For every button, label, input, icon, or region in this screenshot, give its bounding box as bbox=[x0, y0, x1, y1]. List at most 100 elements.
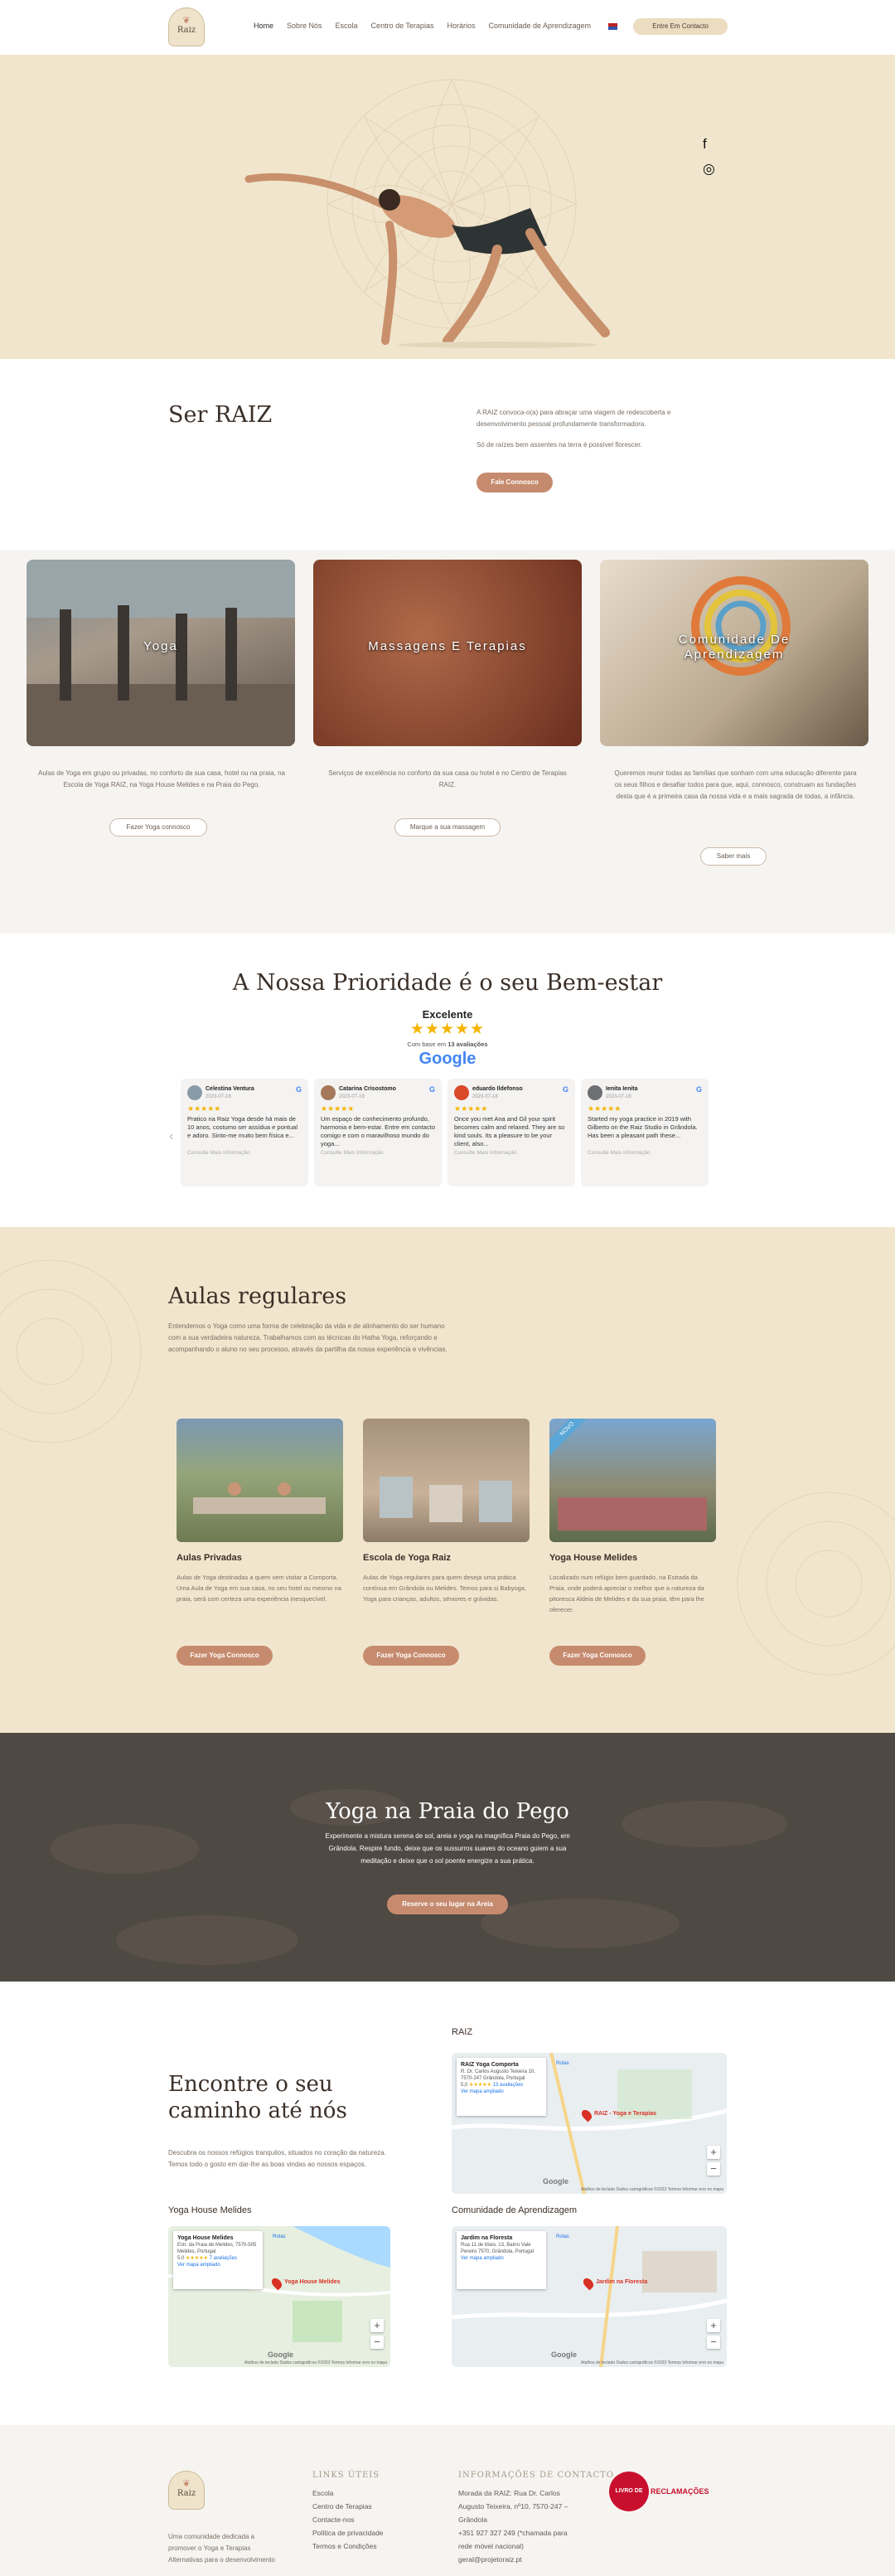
review-card[interactable]: Ienita Ienita 2023-07-18 G ★★★★★ Started… bbox=[581, 1079, 709, 1186]
footer-logo-text: Raiz bbox=[177, 2489, 196, 2498]
google-g-icon: G bbox=[295, 1085, 302, 1094]
footer-link-centro[interactable]: Centro de Terapias bbox=[312, 2500, 384, 2513]
comunidade-card-image[interactable]: Comunidade De Aprendizagem bbox=[600, 560, 868, 746]
footer-link-privacidade[interactable]: Política de privacidade bbox=[312, 2526, 384, 2540]
contact-cta-button[interactable]: Entre Em Contacto bbox=[633, 18, 728, 35]
footer-address-line: Grândola bbox=[458, 2515, 487, 2524]
carousel-prev-icon[interactable]: ‹ bbox=[169, 1129, 173, 1144]
review-stars: ★★★★★ bbox=[454, 1104, 488, 1113]
marque-massagem-button[interactable]: Marque a sua massagem bbox=[394, 818, 501, 837]
review-card[interactable]: Celestina Ventura 2023-07-19 G ★★★★★ Pra… bbox=[181, 1079, 308, 1186]
map-enlarge-link[interactable]: Ver mapa ampliado bbox=[177, 2263, 220, 2268]
map-reviews-link[interactable]: 13 avaliações bbox=[493, 2083, 524, 2088]
reviewer-avatar bbox=[588, 1085, 602, 1100]
fazer-yoga-button[interactable]: Fazer Yoga connosco bbox=[109, 818, 207, 837]
footer-phone[interactable]: +351 927 327 249 (*chamada para bbox=[458, 2526, 568, 2540]
review-card[interactable]: eduardo Ildefonso 2023-07-18 G ★★★★★ Onc… bbox=[448, 1079, 575, 1186]
map-google-logo: Google bbox=[543, 2177, 568, 2185]
review-more-link[interactable]: Consulte Mais Informação bbox=[454, 1150, 517, 1156]
review-text: Pratico na Raiz Yoga desde há mais de 10… bbox=[187, 1115, 298, 1139]
reviewer-name: Ienita Ienita bbox=[606, 1086, 638, 1092]
aulas-privadas-button[interactable]: Fazer Yoga Connosco bbox=[177, 1646, 273, 1666]
nav-centro-de-terapias[interactable]: Centro de Terapias bbox=[371, 22, 434, 30]
review-date: 2023-07-18 bbox=[472, 1094, 498, 1099]
map-stars: ★★★★★ bbox=[186, 2256, 208, 2261]
livro-reclamacoes-logo[interactable]: LIVRO DE bbox=[609, 2472, 649, 2511]
map-zoom-in-button[interactable]: + bbox=[707, 2319, 720, 2332]
site-logo[interactable]: ❦ Raiz bbox=[168, 7, 205, 46]
google-logo: Google bbox=[418, 1050, 477, 1068]
review-card[interactable]: Catarina Crisostomo 2023-07-19 G ★★★★★ U… bbox=[314, 1079, 442, 1186]
yoga-house-image[interactable]: NOVO bbox=[549, 1419, 716, 1542]
map-comunidade[interactable]: Jardim na Floresta Rua 11 de Maio, 13, B… bbox=[452, 2226, 727, 2367]
footer-email[interactable]: geral@projetoraiz.pt bbox=[458, 2553, 568, 2566]
rating-label: Excelente bbox=[422, 1008, 473, 1021]
yoga-card-desc: Aulas de Yoga em grupo ou privadas, no c… bbox=[38, 769, 285, 788]
rating-stars: ★★★★★ bbox=[409, 1021, 486, 1038]
main-nav: Home Sobre Nós Escola Centro de Terapias… bbox=[254, 22, 591, 30]
escola-yoga-button[interactable]: Fazer Yoga Connosco bbox=[363, 1646, 459, 1666]
map-place-name: Jardim na Floresta bbox=[461, 2235, 513, 2241]
map-enlarge-link[interactable]: Ver mapa ampliado bbox=[461, 2089, 504, 2094]
review-stars: ★★★★★ bbox=[187, 1104, 221, 1113]
hero-illustration bbox=[244, 78, 610, 348]
map-route-button[interactable]: Rotas bbox=[556, 2234, 569, 2239]
review-text: Um espaço de conhecimento profundo, harm… bbox=[321, 1115, 435, 1147]
review-text: Once you met Ana and Gil your spirit bec… bbox=[454, 1115, 565, 1147]
aulas-privadas-image[interactable] bbox=[177, 1419, 343, 1542]
rating-count: 13 avaliações bbox=[448, 1041, 488, 1048]
map-zoom-out-button[interactable]: − bbox=[370, 2336, 384, 2349]
yoga-house-photo bbox=[558, 1497, 707, 1531]
footer-link-contacte[interactable]: Contacte-nos bbox=[312, 2513, 384, 2526]
map-melides[interactable]: Yoga House Melides Estr. da Praia de Mel… bbox=[168, 2226, 390, 2367]
massagens-card-image[interactable]: Massagens E Terapias bbox=[313, 560, 582, 746]
praia-section: Yoga na Praia do Pego Experimente a mist… bbox=[0, 1733, 895, 1982]
nav-comunidade[interactable]: Comunidade de Aprendizagem bbox=[488, 22, 591, 30]
footer-logo[interactable]: ❦ Raiz bbox=[168, 2471, 205, 2510]
footer-link-escola[interactable]: Escola bbox=[312, 2486, 384, 2500]
yoga-house-title: Yoga House Melides bbox=[549, 1553, 638, 1563]
language-flag-icon[interactable] bbox=[608, 23, 617, 30]
map-raiz[interactable]: RAIZ Yoga Comporta R. Dr. Carlos Augusto… bbox=[452, 2053, 727, 2194]
fale-connosco-button[interactable]: Fale Connosco bbox=[477, 473, 553, 492]
map-reviews-link[interactable]: 7 avaliações bbox=[210, 2256, 237, 2261]
map-zoom-out-button[interactable]: − bbox=[707, 2162, 720, 2176]
services-cards: Yoga Massagens E Terapias Comunidade De … bbox=[0, 550, 895, 934]
instagram-icon[interactable]: ◎ bbox=[703, 161, 715, 177]
site-footer: ❦ Raiz Uma comunidade dedicada a promove… bbox=[0, 2425, 895, 2576]
footer-info-title: INFORMAÇÕES DE CONTACTO bbox=[458, 2471, 614, 2480]
reserve-lugar-button[interactable]: Reserve o seu lugar na Areia bbox=[387, 1894, 508, 1914]
yoga-card-image[interactable]: Yoga bbox=[27, 560, 295, 746]
map-zoom-out-button[interactable]: − bbox=[707, 2336, 720, 2349]
nav-sobre-nos[interactable]: Sobre Nós bbox=[287, 22, 322, 30]
footer-phone-note: rede móvel nacional) bbox=[458, 2542, 524, 2550]
map-footer: Atalhos de teclado Dados cartográficos ©… bbox=[580, 2187, 723, 2192]
map-stars: ★★★★★ bbox=[469, 2083, 491, 2088]
escola-yoga-image[interactable] bbox=[363, 1419, 530, 1542]
review-more-link[interactable]: Consulte Mais Informação bbox=[588, 1150, 651, 1156]
nav-home[interactable]: Home bbox=[254, 22, 273, 30]
facebook-icon[interactable]: f bbox=[703, 136, 707, 153]
map-footer: Atalhos de teclado Dados cartográficos ©… bbox=[244, 2360, 387, 2365]
saber-mais-button[interactable]: Saber mais bbox=[700, 847, 767, 866]
map-route-button[interactable]: Rotas bbox=[556, 2061, 569, 2066]
map-route-button[interactable]: Rotas bbox=[273, 2234, 286, 2239]
nav-escola[interactable]: Escola bbox=[336, 22, 358, 30]
yoga-house-button[interactable]: Fazer Yoga Connosco bbox=[549, 1646, 646, 1666]
livro-reclamacoes-text-b[interactable]: RECLAMAÇÕES bbox=[651, 2487, 709, 2496]
map-enlarge-link[interactable]: Ver mapa ampliado bbox=[461, 2256, 504, 2261]
review-more-link[interactable]: Consulte Mais Informação bbox=[321, 1150, 384, 1156]
review-more-link[interactable]: Consulte Mais Informação bbox=[187, 1150, 250, 1156]
aulas-title: Aulas regulares bbox=[168, 1283, 347, 1309]
rating-basis-text: Com base em bbox=[407, 1041, 447, 1048]
footer-logo-mark-icon: ❦ bbox=[182, 2479, 191, 2489]
footer-link-termos[interactable]: Termos e Condições bbox=[312, 2540, 384, 2553]
map-place-addr: R. Dr. Carlos Augusto Teixeira 10, 7570-… bbox=[461, 2069, 535, 2081]
site-header: ❦ Raiz Home Sobre Nós Escola Centro de T… bbox=[0, 0, 895, 55]
review-stars: ★★★★★ bbox=[321, 1104, 355, 1113]
map-zoom-in-button[interactable]: + bbox=[707, 2146, 720, 2159]
map-label-melides: Yoga House Melides bbox=[168, 2205, 252, 2215]
map-place-name: RAIZ Yoga Comporta bbox=[461, 2062, 519, 2068]
nav-horarios[interactable]: Horários bbox=[447, 22, 475, 30]
map-zoom-in-button[interactable]: + bbox=[370, 2319, 384, 2332]
